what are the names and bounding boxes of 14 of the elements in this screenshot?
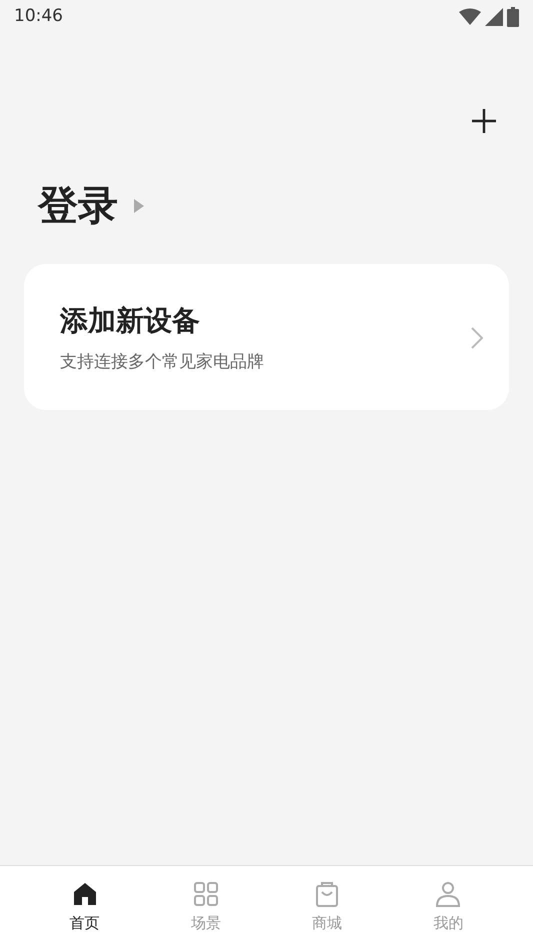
wifi-icon bbox=[459, 8, 481, 26]
add-device-card[interactable]: 添加新设备 支持连接多个常见家电品牌 bbox=[24, 264, 509, 410]
chevron-right-icon bbox=[471, 326, 483, 349]
card-subtitle: 支持连接多个常见家电品牌 bbox=[60, 351, 265, 374]
grid-icon bbox=[192, 880, 220, 908]
caret-icon bbox=[134, 199, 144, 213]
tab[interactable]: 首页 bbox=[44, 880, 125, 934]
status-time: 10:46 bbox=[14, 5, 63, 28]
card-title: 添加新设备 bbox=[60, 303, 201, 339]
add-button[interactable] bbox=[469, 106, 499, 136]
signal-icon bbox=[485, 8, 503, 26]
person-icon bbox=[434, 880, 462, 908]
login-link[interactable]: 登录 bbox=[38, 176, 118, 236]
battery-icon bbox=[507, 7, 519, 27]
